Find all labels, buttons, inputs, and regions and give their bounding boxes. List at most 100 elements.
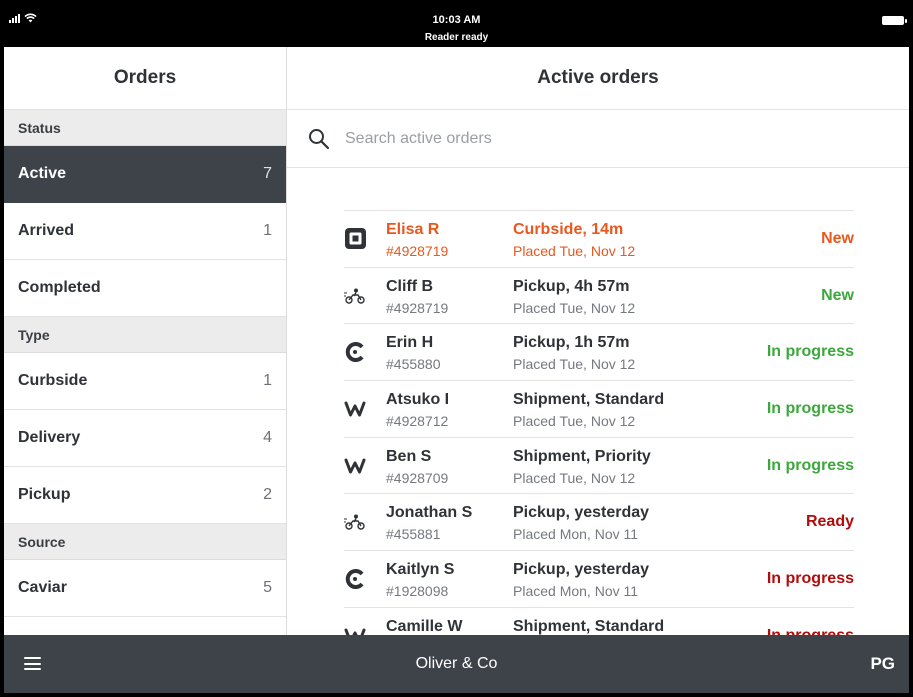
- sidebar-item-count: 7: [263, 165, 272, 182]
- search-input[interactable]: [345, 129, 845, 148]
- order-status: In progress: [766, 343, 854, 361]
- order-number: #455880: [386, 356, 441, 373]
- order-status: New: [821, 230, 854, 247]
- sidebar-item-count: 4: [263, 429, 272, 446]
- app-window: Orders Status Active 7 Arrived 1 Complet…: [4, 47, 909, 635]
- business-name: Oliver & Co: [415, 655, 498, 672]
- page-title: Active orders: [287, 47, 909, 110]
- order-row[interactable]: Ben S #4928709 Shipment, Priority Placed Tu…: [344, 438, 854, 495]
- order-details: Pickup, 1h 57m Placed Tue, Nov 12: [513, 333, 635, 375]
- customer-name: Cliff B: [386, 277, 434, 295]
- clock: 10:03 AM: [432, 14, 481, 26]
- sidebar-item-caviar[interactable]: Caviar 5: [4, 560, 286, 617]
- customer-name: Ben S: [386, 447, 432, 465]
- sidebar-item-active[interactable]: Active 7: [4, 146, 286, 203]
- orders-list: Elisa R #4928719 Curbside, 14m Placed Tue, …: [344, 210, 854, 635]
- order-customer: Camille W: [386, 617, 462, 635]
- sidebar-item-arrived[interactable]: Arrived 1: [4, 203, 286, 260]
- order-customer: Kaitlyn S #1928098: [386, 560, 454, 602]
- order-placed-date: Placed Mon, Nov 11: [513, 583, 639, 600]
- customer-name: Atsuko I: [386, 391, 450, 409]
- order-customer: Cliff B #4928719: [386, 277, 448, 319]
- sidebar-item-delivery[interactable]: Delivery 4: [4, 410, 286, 467]
- order-type: Pickup, yesterday: [513, 561, 650, 579]
- order-details: Pickup, yesterday Placed Mon, Nov 11: [513, 503, 649, 545]
- order-customer: Atsuko I #4928712: [386, 390, 449, 432]
- order-placed-date: Placed Tue, Nov 12: [513, 243, 636, 259]
- order-status: In progress: [766, 570, 854, 588]
- search-icon: [309, 128, 330, 149]
- order-row[interactable]: Camille W Shipment, Standard In progress: [344, 608, 854, 635]
- section-heading-source: Source: [4, 524, 286, 560]
- status-bar: 10:03 AM Reader ready: [0, 0, 913, 47]
- sidebar-item-label: Pickup: [18, 486, 71, 503]
- order-customer: Elisa R #4928719: [386, 220, 448, 262]
- order-type: Shipment, Priority: [513, 447, 651, 465]
- order-details: Pickup, yesterday Placed Mon, Nov 11: [513, 560, 649, 602]
- sidebar-item-label: Completed: [18, 279, 101, 296]
- postmates-courier-icon: [344, 285, 366, 307]
- order-type: Pickup, yesterday: [513, 504, 650, 522]
- order-row[interactable]: Kaitlyn S #1928098 Pickup, yesterday Placed…: [344, 551, 854, 608]
- order-number: #4928719: [386, 243, 449, 259]
- order-number: #4928719: [386, 299, 449, 316]
- sidebar-item-count: 5: [263, 579, 272, 596]
- reader-status: Reader ready: [424, 32, 489, 43]
- order-details: Shipment, Priority Placed Tue, Nov 12: [513, 447, 651, 489]
- order-placed-date: Placed Tue, Nov 12: [513, 469, 636, 486]
- order-customer: Erin H #455880: [386, 333, 441, 375]
- customer-name: Camille W: [386, 617, 463, 635]
- order-number: #4928709: [386, 469, 449, 486]
- sidebar-item-label: Caviar: [18, 579, 67, 596]
- order-customer: Ben S #4928709: [386, 447, 448, 489]
- order-details: Pickup, 4h 57m Placed Tue, Nov 12: [513, 277, 635, 319]
- weebly-logo-icon: [344, 455, 366, 477]
- section-heading-status: Status: [4, 110, 286, 146]
- section-heading-type: Type: [4, 317, 286, 353]
- order-placed-date: Placed Tue, Nov 12: [513, 299, 636, 316]
- sidebar-item-completed[interactable]: Completed: [4, 260, 286, 317]
- order-details: Curbside, 14m Placed Tue, Nov 12: [513, 220, 635, 262]
- order-type: Shipment, Standard: [513, 391, 665, 409]
- order-row[interactable]: Cliff B #4928719 Pickup, 4h 57m Placed Tue,…: [344, 268, 854, 325]
- order-customer: Jonathan S #455881: [386, 503, 472, 545]
- customer-name: Erin H: [386, 334, 434, 352]
- customer-name: Kaitlyn S: [386, 561, 455, 579]
- order-type: Pickup, 1h 57m: [513, 334, 630, 352]
- weebly-logo-icon: [344, 625, 366, 635]
- order-row[interactable]: Jonathan S #455881 Pickup, yesterday Placed…: [344, 494, 854, 552]
- battery-icon: [882, 16, 907, 25]
- order-type: Shipment, Standard: [513, 617, 665, 635]
- tablet-screen: 10:03 AM Reader ready Orders Status Acti…: [0, 0, 913, 697]
- order-type: Curbside, 14m: [513, 221, 624, 238]
- order-number: #1928098: [386, 583, 449, 600]
- order-type: Pickup, 4h 57m: [513, 277, 630, 295]
- sidebar-item-pickup[interactable]: Pickup 2: [4, 467, 286, 524]
- weebly-logo-icon: [344, 398, 366, 420]
- order-status: In progress: [766, 456, 854, 474]
- orders-main-panel: Active orders Elisa R #4928719 Curbside, 1…: [287, 47, 909, 635]
- order-number: #4928712: [386, 413, 449, 430]
- order-status: New: [821, 286, 854, 304]
- order-placed-date: Placed Tue, Nov 12: [513, 413, 636, 430]
- customer-name: Elisa R: [386, 221, 440, 238]
- sidebar-item-count: 1: [263, 372, 272, 389]
- caviar-logo-icon: [344, 568, 366, 590]
- user-avatar[interactable]: PG: [870, 654, 895, 674]
- search-bar: [287, 110, 909, 168]
- sidebar-item-label: Curbside: [18, 372, 88, 389]
- sidebar-item-label: Arrived: [18, 222, 75, 239]
- order-row[interactable]: Erin H #455880 Pickup, 1h 57m Placed Tue, N…: [344, 324, 854, 382]
- caviar-logo-icon: [344, 341, 366, 363]
- order-row[interactable]: Atsuko I #4928712 Shipment, Standard Placed…: [344, 381, 854, 438]
- order-status: In progress: [767, 627, 854, 635]
- order-row[interactable]: Elisa R #4928719 Curbside, 14m Placed Tue, …: [344, 211, 854, 268]
- sidebar-title: Orders: [4, 47, 286, 110]
- customer-name: Jonathan S: [386, 504, 473, 522]
- sidebar-item-count: 1: [263, 222, 272, 239]
- sidebar-item-count: 2: [263, 486, 272, 503]
- postmates-courier-icon: [344, 511, 366, 533]
- square-logo-icon: [344, 228, 366, 250]
- order-status: Ready: [805, 513, 854, 531]
- sidebar-item-curbside[interactable]: Curbside 1: [4, 353, 286, 410]
